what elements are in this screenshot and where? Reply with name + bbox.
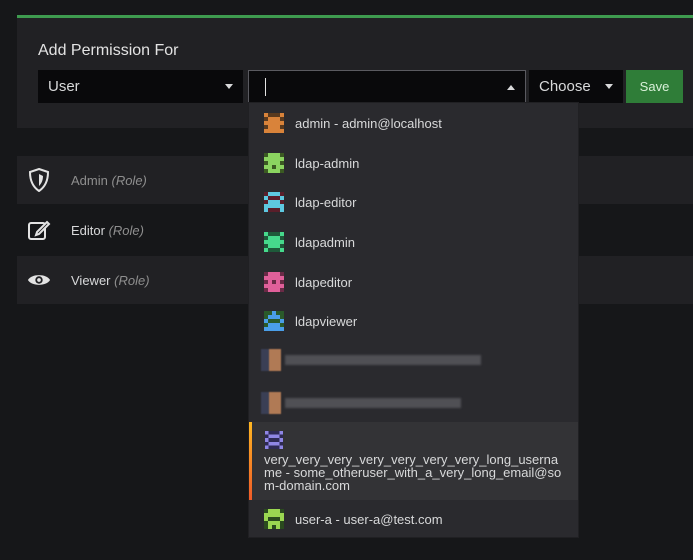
option-label: ldapviewer	[295, 313, 358, 329]
role-label: Admin (Role)	[71, 173, 147, 188]
role-name: Viewer	[71, 272, 111, 288]
redacted-avatar	[261, 392, 281, 414]
role-name: Editor	[71, 222, 105, 238]
redacted-label	[285, 355, 481, 365]
list-item[interactable]: ldapviewer	[249, 310, 578, 332]
list-item[interactable]: ldap-admin	[249, 152, 578, 174]
save-button[interactable]: Save	[626, 70, 683, 103]
type-select-value: User	[48, 78, 80, 95]
shield-icon	[27, 168, 51, 192]
avatar	[264, 153, 284, 173]
type-select[interactable]: User	[38, 70, 243, 103]
role-tag: (Role)	[114, 272, 150, 288]
redacted-label	[285, 398, 461, 408]
redacted-list-item[interactable]	[261, 349, 481, 371]
avatar	[264, 311, 284, 331]
user-picker-dropdown: admin - admin@localhost ldap-admin ldap-…	[248, 102, 579, 538]
list-item[interactable]: admin - admin@localhost	[249, 112, 578, 134]
role-tag: (Role)	[111, 172, 147, 188]
option-label: ldapadmin	[295, 234, 355, 250]
panel-title: Add Permission For	[38, 42, 179, 59]
role-name: Admin	[71, 172, 108, 188]
permission-select-value: Choose	[539, 78, 591, 95]
option-label: ldapeditor	[295, 274, 353, 290]
option-label: very_very_very_very_very_very_very_long_…	[264, 452, 562, 493]
avatar	[264, 113, 284, 133]
role-tag: (Role)	[108, 222, 144, 238]
role-label: Editor (Role)	[71, 223, 144, 238]
option-label: ldap-admin	[295, 155, 360, 171]
list-item[interactable]: user-a - user-a@test.com	[249, 508, 578, 530]
list-item[interactable]: ldap-editor	[249, 191, 578, 213]
avatar	[264, 192, 284, 212]
edit-icon	[27, 218, 51, 242]
list-item-focused[interactable]: very_very_very_very_very_very_very_long_…	[249, 422, 578, 500]
avatar	[264, 509, 284, 529]
user-picker-input[interactable]	[248, 70, 526, 103]
redacted-avatar	[261, 349, 281, 371]
avatar	[264, 272, 284, 292]
role-label: Viewer (Role)	[71, 273, 150, 288]
redacted-list-item[interactable]	[261, 392, 461, 414]
list-item[interactable]: ldapeditor	[249, 271, 578, 293]
option-label: ldap-editor	[295, 194, 357, 210]
avatar	[265, 431, 283, 449]
chevron-down-icon	[605, 84, 613, 89]
avatar	[264, 232, 284, 252]
chevron-down-icon	[225, 84, 233, 89]
list-item[interactable]: ldapadmin	[249, 231, 578, 253]
chevron-up-icon	[507, 85, 515, 90]
eye-icon	[27, 268, 51, 292]
text-cursor	[265, 77, 266, 96]
option-label: admin - admin@localhost	[295, 115, 442, 131]
option-label: user-a - user-a@test.com	[295, 511, 443, 527]
permission-select[interactable]: Choose	[529, 70, 623, 103]
